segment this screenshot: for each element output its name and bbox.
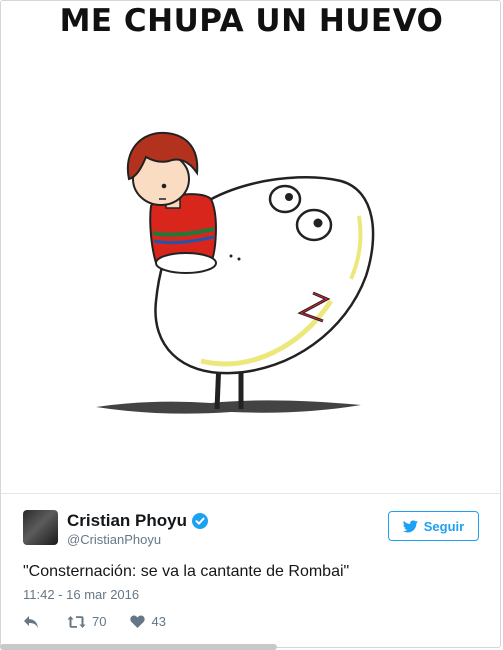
tweet-actions: 70 43 bbox=[23, 614, 166, 629]
egg-cartoon-illustration bbox=[96, 131, 375, 414]
display-name[interactable]: Cristian Phoyu bbox=[67, 511, 208, 531]
tweet-text: "Consternación: se va la cantante de Rom… bbox=[23, 563, 350, 580]
like-action[interactable]: 43 bbox=[130, 614, 166, 629]
display-name-text: Cristian Phoyu bbox=[67, 511, 187, 530]
follow-label: Seguir bbox=[423, 518, 465, 534]
twitter-bird-icon bbox=[402, 519, 418, 532]
media-divider bbox=[1, 493, 500, 494]
avatar[interactable] bbox=[23, 510, 58, 545]
tweet-card: ME CHUPA UN HUEVO Cristian Phoyu @Cristi… bbox=[0, 0, 501, 648]
like-count: 43 bbox=[151, 614, 166, 629]
reply-action[interactable] bbox=[23, 615, 39, 629]
tweet-media[interactable]: ME CHUPA UN HUEVO bbox=[1, 1, 500, 493]
tweet-timestamp[interactable]: 11:42 - 16 mar 2016 bbox=[23, 587, 139, 602]
follow-button[interactable]: Seguir bbox=[388, 511, 479, 541]
retweet-count: 70 bbox=[92, 614, 107, 629]
verified-badge-icon bbox=[191, 513, 208, 529]
reply-icon bbox=[24, 615, 38, 628]
horizontal-scrollbar[interactable] bbox=[0, 644, 277, 650]
heart-icon bbox=[130, 615, 146, 628]
user-handle[interactable]: @CristianPhoyu bbox=[67, 532, 161, 547]
retweet-action[interactable]: 70 bbox=[67, 614, 106, 629]
retweet-icon bbox=[67, 615, 86, 628]
